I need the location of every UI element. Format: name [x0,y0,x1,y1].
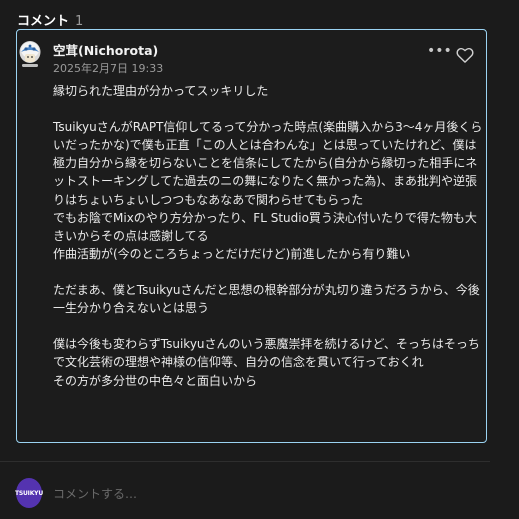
comment-body: 縁切られた理由が分かってスッキリした TsuikyuさんがRAPT信仰してるって分… [53,82,485,390]
comment-blank-line [53,263,485,281]
comment-paragraph: TsuikyuさんがRAPT信仰してるって分かった時点(楽曲購入から3〜4ヶ月後… [53,120,483,207]
heart-outline-icon [456,47,474,63]
comments-header: コメント 1 [17,10,83,29]
comment-paragraph: 僕は今後も変わらずTsuikyuさんのいう悪魔崇拝を続けるけど、そっちはそっちで… [53,337,480,370]
more-options-button[interactable]: ••• [427,43,452,59]
comment-author[interactable]: 空茸(Nichorota) [53,40,158,59]
more-horizontal-icon: ••• [427,43,452,59]
comment-paragraph: その方が多分世の中色々と面白いから [53,373,258,388]
comment-blank-line [53,317,485,335]
comment-card: 空茸(Nichorota) 2025年2月7日 19:33 ••• 縁切られた理… [16,29,487,443]
comment-date: 2025年2月7日 19:33 [53,62,164,75]
like-button[interactable] [455,45,475,65]
current-user-avatar-text: TSUIKYU [15,489,43,497]
comment-paragraph: 作曲活動が(今のところちょっとだけだけど)前進したから有り難い [53,246,411,261]
comment-blank-line [53,100,485,118]
comment-input[interactable] [53,484,483,504]
comment-paragraph: でもお陰でMixのやり方分かったり、FL Studio買う決心付いたりで得た物も… [53,210,477,243]
comments-title: コメント [17,14,70,29]
author-avatar[interactable] [19,40,41,70]
divider [0,461,490,462]
comments-count: 1 [75,14,84,29]
current-user-avatar: TSUIKYU [15,478,43,508]
comment-paragraph: ただまあ、僕とTsuikyuさんだと思想の根幹部分が丸切り違うだろうから、今後一… [53,283,480,316]
comment-paragraph: 縁切られた理由が分かってスッキリした [53,84,269,98]
